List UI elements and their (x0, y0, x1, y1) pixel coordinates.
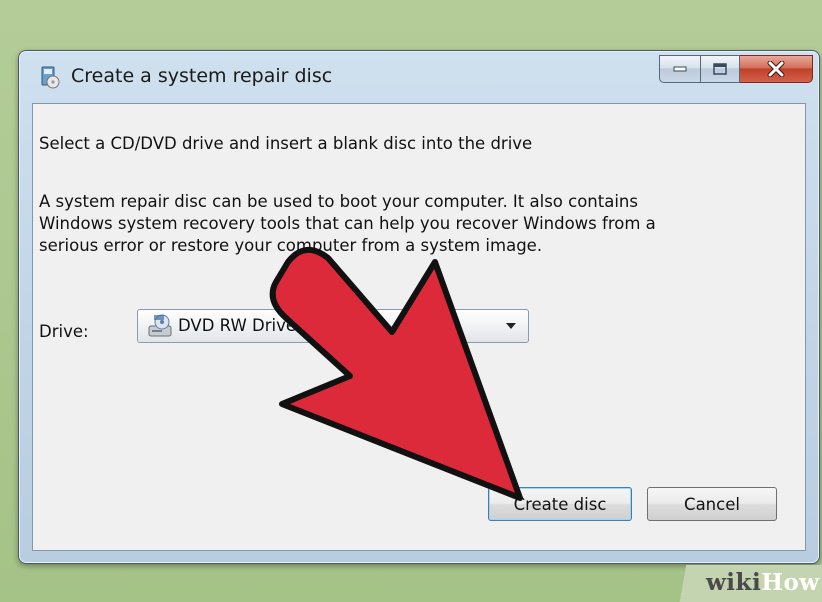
drive-select[interactable]: DVD RW Drive ( (137, 309, 529, 343)
cancel-button[interactable]: Cancel (647, 487, 777, 521)
dialog-window: Create a system repair disc Select a CD/… (18, 50, 820, 564)
drive-label: Drive: (39, 322, 89, 341)
maximize-icon (713, 63, 727, 75)
dvd-drive-icon (148, 314, 172, 337)
drive-select-value: DVD RW Drive ( (178, 316, 308, 335)
description-line: A system repair disc can be used to boot… (39, 192, 638, 211)
description-line: serious error or restore your computer f… (39, 236, 543, 255)
window-title: Create a system repair disc (71, 65, 333, 87)
wikihow-watermark: wikiHow (672, 565, 822, 602)
caption-buttons (659, 55, 813, 83)
description-paragraph: A system repair disc can be used to boot… (39, 191, 739, 257)
close-button[interactable] (740, 55, 813, 83)
close-icon (767, 61, 785, 77)
maximize-button[interactable] (701, 55, 740, 83)
minimize-icon (673, 66, 687, 72)
description-line: Windows system recovery tools that can h… (39, 214, 656, 233)
minimize-button[interactable] (659, 55, 701, 83)
wikihow-logo: wikiHow (706, 569, 820, 596)
create-disc-button[interactable]: Create disc (488, 487, 632, 521)
repair-disc-icon (41, 66, 60, 89)
chevron-down-icon (506, 323, 516, 329)
instruction-heading: Select a CD/DVD drive and insert a blank… (39, 134, 533, 153)
title-bar[interactable]: Create a system repair disc (19, 51, 819, 103)
